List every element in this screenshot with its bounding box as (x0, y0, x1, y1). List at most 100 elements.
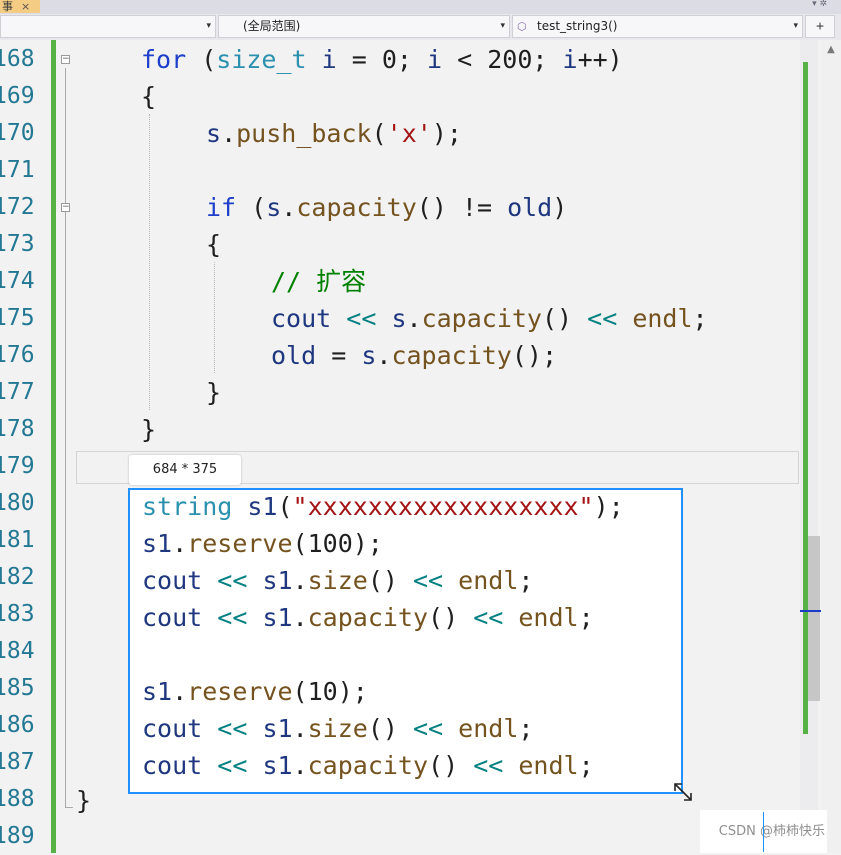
code-token: ; (578, 603, 594, 632)
code-token: s1 (142, 677, 173, 706)
code-token: ); (593, 492, 624, 521)
code-token: < (442, 45, 488, 74)
fold-toggle-icon[interactable]: − (61, 203, 70, 212)
chevron-down-icon: ▾ (793, 21, 798, 31)
code-token: << (217, 751, 248, 780)
code-token: i (427, 45, 443, 74)
code-token: cout (271, 304, 332, 333)
code-token: { (141, 82, 157, 111)
code-token: << (413, 566, 444, 595)
selection-size-label: 684 * 375 (129, 455, 241, 485)
code-token: ); (337, 677, 368, 706)
code-token: (); (511, 341, 558, 370)
code-line-177: } (206, 374, 221, 411)
line-number: 174 (0, 268, 35, 294)
code-token: . (292, 603, 308, 632)
code-token: 200 (487, 45, 533, 74)
code-token: << (217, 603, 248, 632)
code-token: = (336, 45, 382, 74)
code-line-180: string s1("xxxxxxxxxxxxxxxxxx"); (142, 488, 624, 525)
code-token: capacity (391, 341, 512, 370)
line-number: 183 (0, 601, 35, 627)
code-token: << (346, 304, 377, 333)
scope-dropdown[interactable]: (全局范围) ▾ (218, 15, 510, 38)
code-line-169: { (141, 78, 156, 115)
code-token: ( (236, 193, 267, 222)
code-token: s (206, 119, 222, 148)
fold-toggle-icon[interactable]: − (61, 55, 70, 64)
code-token: ( (371, 119, 387, 148)
code-token: . (292, 714, 308, 743)
code-token: cout (142, 751, 203, 780)
code-token: s1 (262, 714, 293, 743)
screenshot-selection[interactable]: string s1("xxxxxxxxxxxxxxxxxx"); s1.rese… (128, 488, 683, 794)
line-number: 177 (0, 379, 35, 405)
resize-arrow-icon[interactable] (671, 780, 695, 804)
tab-label: 事 (2, 0, 13, 13)
code-token: capacity (307, 603, 429, 632)
code-token: reserve (187, 677, 293, 706)
code-line-168: for (size_t i = 0; i < 200; i++) (141, 41, 623, 78)
code-token: capacity (296, 193, 417, 222)
line-number: 184 (0, 638, 35, 664)
vertical-scrollbar[interactable] (821, 40, 841, 853)
code-token: () (542, 304, 588, 333)
code-token: << (587, 304, 618, 333)
code-token: = (316, 341, 362, 370)
document-tab[interactable]: 事 × (0, 0, 40, 13)
code-token: } (206, 378, 222, 407)
code-token: ) (552, 193, 568, 222)
code-token: endl (458, 566, 519, 595)
code-token: endl (632, 304, 693, 333)
member-dropdown-value: test_string3() (537, 19, 618, 33)
code-token: old (271, 341, 317, 370)
code-token: cout (142, 566, 203, 595)
code-token: ; (532, 45, 563, 74)
code-token: () (367, 566, 413, 595)
project-dropdown[interactable]: ▾ (0, 15, 216, 38)
code-token: << (217, 566, 248, 595)
code-line-170: s.push_back('x'); (206, 115, 462, 152)
code-token: cout (142, 603, 203, 632)
line-number: 180 (0, 490, 35, 516)
line-number: 169 (0, 83, 35, 109)
code-token: ; (518, 566, 534, 595)
line-number: 186 (0, 712, 35, 738)
scroll-up-icon[interactable]: ▲ (821, 40, 841, 60)
code-token: s (391, 304, 407, 333)
window-controls-icon[interactable]: ▾ ✲ (812, 0, 827, 9)
code-token: capacity (307, 751, 429, 780)
code-token: s1 (262, 751, 293, 780)
code-line-185: s1.reserve(10); (142, 673, 368, 710)
close-icon[interactable]: × (21, 0, 30, 13)
code-line-178: } (141, 411, 156, 448)
code-token: s1 (262, 603, 293, 632)
code-token: { (206, 230, 222, 259)
text-cursor-bar (763, 812, 764, 852)
code-token: . (406, 304, 422, 333)
code-line-175: cout << s.capacity() << endl; (271, 300, 708, 337)
code-token: cout (142, 714, 203, 743)
member-dropdown[interactable]: ⬡ test_string3() ▾ (512, 15, 803, 38)
code-token: s (266, 193, 282, 222)
code-token: size (307, 714, 368, 743)
line-number: 182 (0, 564, 35, 590)
chevron-down-icon: ▾ (500, 21, 505, 31)
code-token: ); (352, 529, 383, 558)
code-token: . (172, 529, 188, 558)
split-editor-button[interactable]: + (805, 15, 835, 38)
code-token: ++) (577, 45, 623, 74)
code-token: i (562, 45, 578, 74)
code-token: << (473, 603, 504, 632)
code-token: . (292, 751, 308, 780)
overview-thumb[interactable] (808, 536, 820, 701)
line-number: 176 (0, 342, 35, 368)
line-number: 179 (0, 453, 35, 479)
